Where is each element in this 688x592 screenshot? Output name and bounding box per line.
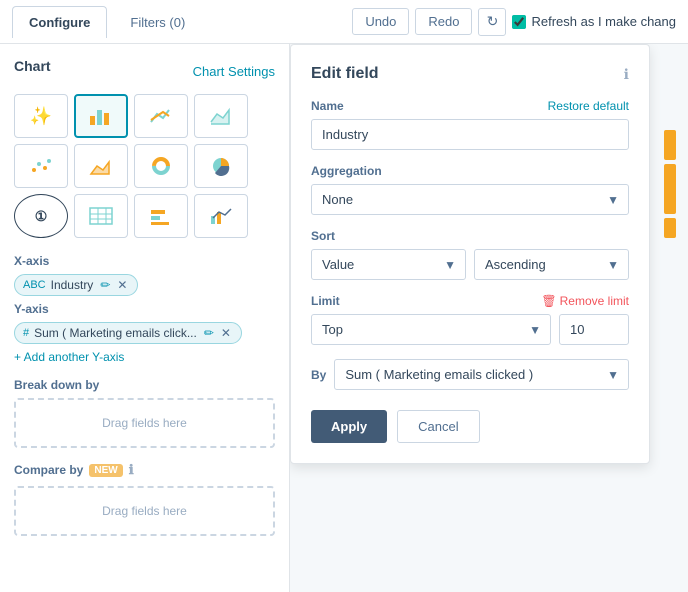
compare-drag-placeholder: Drag fields here xyxy=(102,504,187,518)
compare-drag-zone[interactable]: Drag fields here xyxy=(14,486,275,536)
top-bar-actions: Undo Redo ↻ Refresh as I make chang xyxy=(352,8,676,36)
chart-type-donut[interactable] xyxy=(134,144,188,188)
by-label: By xyxy=(311,368,326,382)
chart-settings-link[interactable]: Chart Settings xyxy=(193,64,275,79)
xaxis-field-name: Industry xyxy=(51,278,94,292)
sort-direction-wrap: Ascending Descending ▼ xyxy=(474,249,629,280)
chart-type-area[interactable] xyxy=(194,94,248,138)
aggregation-label: Aggregation xyxy=(311,164,629,178)
chart-type-number[interactable]: ① xyxy=(14,194,68,238)
yaxis-type-icon: # xyxy=(23,327,29,339)
cancel-button[interactable]: Cancel xyxy=(397,410,479,443)
sort-value-select[interactable]: Value Label Count xyxy=(311,249,466,280)
action-buttons: Apply Cancel xyxy=(311,410,629,443)
breakdown-drag-zone[interactable]: Drag fields here xyxy=(14,398,275,448)
left-panel: Chart Chart Settings ✨ xyxy=(0,44,290,592)
name-row: Name Restore default xyxy=(311,99,629,150)
limit-header: Limit 🗑 Remove limit xyxy=(311,294,629,308)
panel-title: Edit field xyxy=(311,65,379,83)
sort-label: Sort xyxy=(311,229,629,243)
restore-link[interactable]: Restore default xyxy=(548,99,629,113)
chart-type-magic[interactable]: ✨ xyxy=(14,94,68,138)
yaxis-remove-icon[interactable]: ✕ xyxy=(221,326,231,340)
refresh-label: Refresh as I make chang xyxy=(531,14,676,29)
chart-type-grid: ✨ xyxy=(14,94,275,238)
limit-value-input[interactable] xyxy=(559,314,629,345)
refresh-checkbox[interactable] xyxy=(512,15,526,29)
compare-label: Compare by xyxy=(14,463,83,477)
xaxis-type-icon: ABC xyxy=(23,279,46,291)
remove-limit-label: Remove limit xyxy=(560,294,629,308)
name-row-header: Name Restore default xyxy=(311,99,629,113)
tab-filters[interactable]: Filters (0) xyxy=(113,6,202,38)
chart-type-line[interactable] xyxy=(134,94,188,138)
right-panel: Edit field ℹ Name Restore default Aggreg… xyxy=(290,44,688,592)
xaxis-edit-icon[interactable]: ✏ xyxy=(100,278,110,292)
trash-icon: 🗑 xyxy=(541,294,556,308)
remove-limit-link[interactable]: 🗑 Remove limit xyxy=(541,294,629,308)
name-label: Name xyxy=(311,99,344,113)
top-bar: Configure Filters (0) Undo Redo ↻ Refres… xyxy=(0,0,688,44)
sort-row: Value Label Count ▼ Ascending Descending… xyxy=(311,249,629,280)
xaxis-label: X-axis xyxy=(14,254,275,268)
panel-header: Edit field ℹ xyxy=(311,65,629,83)
limit-position-select[interactable]: Top Bottom xyxy=(311,314,551,345)
chart-type-bar2[interactable] xyxy=(134,194,188,238)
aggregation-select-wrap: None Sum Average Count Min Max ▼ xyxy=(311,184,629,215)
xaxis-tag[interactable]: ABC Industry ✏ ✕ xyxy=(14,274,138,296)
chart-preview-hint xyxy=(658,124,688,244)
chart-title: Chart xyxy=(14,58,51,74)
chart-bar-3 xyxy=(664,218,676,238)
chart-bar-2 xyxy=(664,164,676,214)
undo-button[interactable]: Undo xyxy=(352,8,409,35)
yaxis-edit-icon[interactable]: ✏ xyxy=(204,326,214,340)
chart-type-table[interactable] xyxy=(74,194,128,238)
chart-type-scatter[interactable] xyxy=(14,144,68,188)
apply-button[interactable]: Apply xyxy=(311,410,387,443)
limit-row: Top Bottom ▼ xyxy=(311,314,629,345)
tab-configure[interactable]: Configure xyxy=(12,6,107,38)
aggregation-select[interactable]: None Sum Average Count Min Max xyxy=(311,184,629,215)
chart-type-combo[interactable] xyxy=(194,194,248,238)
compare-info-icon[interactable]: ℹ xyxy=(129,462,134,478)
redo-button[interactable]: Redo xyxy=(415,8,472,35)
refresh-checkbox-wrap: Refresh as I make chang xyxy=(512,14,676,29)
by-row: By Sum ( Marketing emails clicked ) Coun… xyxy=(311,359,629,390)
main-layout: Chart Chart Settings ✨ xyxy=(0,44,688,592)
chart-type-pie[interactable] xyxy=(194,144,248,188)
chart-section-header: Chart Chart Settings xyxy=(14,58,275,84)
by-select-wrap: Sum ( Marketing emails clicked ) Count A… xyxy=(334,359,629,390)
yaxis-field-name: Sum ( Marketing emails click... xyxy=(34,326,197,340)
sort-direction-select[interactable]: Ascending Descending xyxy=(474,249,629,280)
aggregation-row: Aggregation None Sum Average Count Min M… xyxy=(311,164,629,215)
chart-bar-1 xyxy=(664,130,676,160)
yaxis-tag[interactable]: # Sum ( Marketing emails click... ✏ ✕ xyxy=(14,322,242,344)
new-badge: NEW xyxy=(89,464,122,477)
add-yaxis-label: + Add another Y-axis xyxy=(14,350,124,364)
add-yaxis-link[interactable]: + Add another Y-axis xyxy=(14,350,275,364)
compare-drag-zone-wrap: Drag fields here xyxy=(14,486,275,536)
sort-value-wrap: Value Label Count ▼ xyxy=(311,249,466,280)
by-select[interactable]: Sum ( Marketing emails clicked ) Count A… xyxy=(334,359,629,390)
limit-position-wrap: Top Bottom ▼ xyxy=(311,314,551,345)
drag-placeholder: Drag fields here xyxy=(102,416,187,430)
yaxis-label: Y-axis xyxy=(14,302,275,316)
breakdown-title: Break down by xyxy=(14,378,275,392)
compare-row: Compare by NEW ℹ xyxy=(14,462,275,478)
refresh-icon[interactable]: ↻ xyxy=(478,8,506,36)
panel-info-icon[interactable]: ℹ xyxy=(624,66,629,83)
xaxis-remove-icon[interactable]: ✕ xyxy=(117,278,127,292)
chart-type-area2[interactable] xyxy=(74,144,128,188)
name-input[interactable] xyxy=(311,119,629,150)
chart-type-bar[interactable] xyxy=(74,94,128,138)
limit-label: Limit xyxy=(311,294,340,308)
edit-field-panel: Edit field ℹ Name Restore default Aggreg… xyxy=(290,44,650,464)
